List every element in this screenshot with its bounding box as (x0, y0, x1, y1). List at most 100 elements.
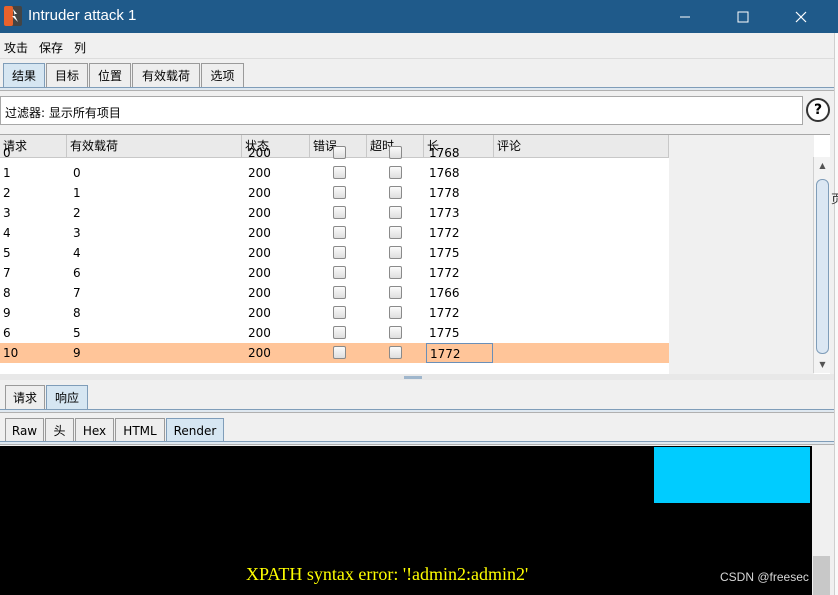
error-checkbox[interactable] (333, 246, 346, 259)
main-tab-bar: 结果 目标 位置 有效载荷 选项 (0, 62, 834, 90)
table-row[interactable]: 1 0 200 1768 (0, 163, 669, 183)
table-row[interactable]: 0 200 1768 (0, 143, 669, 163)
cell-status: 200 (248, 286, 271, 300)
table-row[interactable]: 4 3 200 1772 (0, 223, 669, 243)
help-icon[interactable]: ? (806, 98, 830, 122)
table-row[interactable]: 3 2 200 1773 (0, 203, 669, 223)
menu-attack[interactable]: 攻击 (4, 39, 28, 56)
tab-positions[interactable]: 位置 (89, 63, 131, 87)
timeout-checkbox[interactable] (389, 266, 402, 279)
maximize-icon[interactable] (714, 0, 772, 33)
cell-payload: 1 (73, 186, 81, 200)
scroll-down-icon[interactable]: ▼ (814, 356, 831, 373)
error-checkbox[interactable] (333, 206, 346, 219)
window-title: Intruder attack 1 (28, 7, 137, 24)
cell-length: 1778 (429, 186, 460, 200)
timeout-checkbox[interactable] (389, 186, 402, 199)
cell-status: 200 (248, 186, 271, 200)
menu-bar: 攻击 保存 列 (0, 33, 834, 59)
tab-hex[interactable]: Hex (75, 418, 114, 442)
cell-status: 200 (248, 226, 271, 240)
error-checkbox[interactable] (333, 146, 346, 159)
cell-status: 200 (248, 246, 271, 260)
table-row[interactable]: 6 5 200 1775 (0, 323, 669, 343)
cell-status: 200 (248, 166, 271, 180)
timeout-checkbox[interactable] (389, 346, 402, 359)
splitter-grip[interactable] (404, 376, 422, 379)
detail-tab-underline (0, 409, 834, 413)
timeout-checkbox[interactable] (389, 166, 402, 179)
cell-length: 1775 (429, 246, 460, 260)
close-icon[interactable] (772, 0, 830, 33)
filter-bar[interactable]: 过滤器: 显示所有项目 (0, 96, 803, 125)
minimize-icon[interactable] (656, 0, 714, 33)
error-checkbox[interactable] (333, 286, 346, 299)
error-checkbox[interactable] (333, 166, 346, 179)
timeout-checkbox[interactable] (389, 286, 402, 299)
cell-request: 3 (3, 206, 11, 220)
timeout-checkbox[interactable] (389, 206, 402, 219)
tab-headers[interactable]: 头 (45, 418, 74, 442)
menu-columns[interactable]: 列 (74, 39, 86, 56)
scroll-up-icon[interactable]: ▲ (814, 157, 831, 174)
cell-length: 1775 (429, 326, 460, 340)
cell-request: 6 (3, 326, 11, 340)
cell-length: 1768 (429, 146, 460, 160)
tab-response[interactable]: 响应 (46, 385, 88, 409)
tab-render[interactable]: Render (166, 418, 224, 442)
tab-request[interactable]: 请求 (5, 385, 45, 409)
timeout-checkbox[interactable] (389, 226, 402, 239)
table-row[interactable]: 7 6 200 1772 (0, 263, 669, 283)
view-tab-underline (0, 441, 834, 445)
menu-save[interactable]: 保存 (39, 39, 63, 56)
filter-label: 过滤器: 显示所有项目 (5, 106, 121, 120)
timeout-checkbox[interactable] (389, 146, 402, 159)
render-pane: XPATH syntax error: '!admin2:admin2' (0, 446, 812, 595)
timeout-checkbox[interactable] (389, 246, 402, 259)
burp-app-icon (4, 6, 22, 26)
error-checkbox[interactable] (333, 226, 346, 239)
error-checkbox[interactable] (333, 306, 346, 319)
watermark: CSDN @freesec (720, 570, 809, 584)
title-bar: Intruder attack 1 (0, 0, 838, 33)
error-checkbox[interactable] (333, 186, 346, 199)
cell-request: 7 (3, 266, 11, 280)
main-tab-underline (0, 87, 834, 91)
cell-status: 200 (248, 266, 271, 280)
error-checkbox[interactable] (333, 326, 346, 339)
table-row[interactable]: 8 7 200 1766 (0, 283, 669, 303)
tab-options[interactable]: 选项 (201, 63, 244, 87)
table-row[interactable]: 5 4 200 1775 (0, 243, 669, 263)
cell-request: 0 (3, 146, 11, 160)
timeout-checkbox[interactable] (389, 306, 402, 319)
detail-tab-bar: 请求 响应 (0, 384, 834, 410)
cell-length: 1772 (429, 226, 460, 240)
results-table: 请求 有效载荷 状态 错误 超时 长 评论 0 200 1768 1 0 200 1768 2… (0, 134, 830, 374)
cell-payload: 6 (73, 266, 81, 280)
tab-html[interactable]: HTML (115, 418, 165, 442)
table-row[interactable]: 10 9 200 1772 (0, 343, 669, 363)
cell-request: 8 (3, 286, 11, 300)
error-checkbox[interactable] (333, 346, 346, 359)
table-row[interactable]: 9 8 200 1772 (0, 303, 669, 323)
error-checkbox[interactable] (333, 266, 346, 279)
view-tab-bar: Raw 头 Hex HTML Render (0, 417, 834, 443)
edge-char: 页 (831, 192, 838, 206)
cell-status: 200 (248, 346, 271, 360)
tab-payloads[interactable]: 有效载荷 (132, 63, 200, 87)
cell-request: 10 (3, 346, 19, 360)
render-scroll-thumb[interactable] (813, 556, 830, 595)
table-scrollbar[interactable]: ▲ ▼ (813, 157, 830, 373)
table-row[interactable]: 2 1 200 1778 (0, 183, 669, 203)
cell-length: 1772 (429, 266, 460, 280)
cell-payload (70, 143, 240, 163)
cell-payload: 8 (73, 306, 81, 320)
cell-payload: 2 (73, 206, 81, 220)
timeout-checkbox[interactable] (389, 326, 402, 339)
scroll-thumb[interactable] (816, 179, 829, 354)
tab-results[interactable]: 结果 (3, 63, 45, 87)
tab-raw[interactable]: Raw (5, 418, 44, 442)
cell-payload: 0 (73, 166, 81, 180)
tab-target[interactable]: 目标 (46, 63, 88, 87)
cell-request: 4 (3, 226, 11, 240)
